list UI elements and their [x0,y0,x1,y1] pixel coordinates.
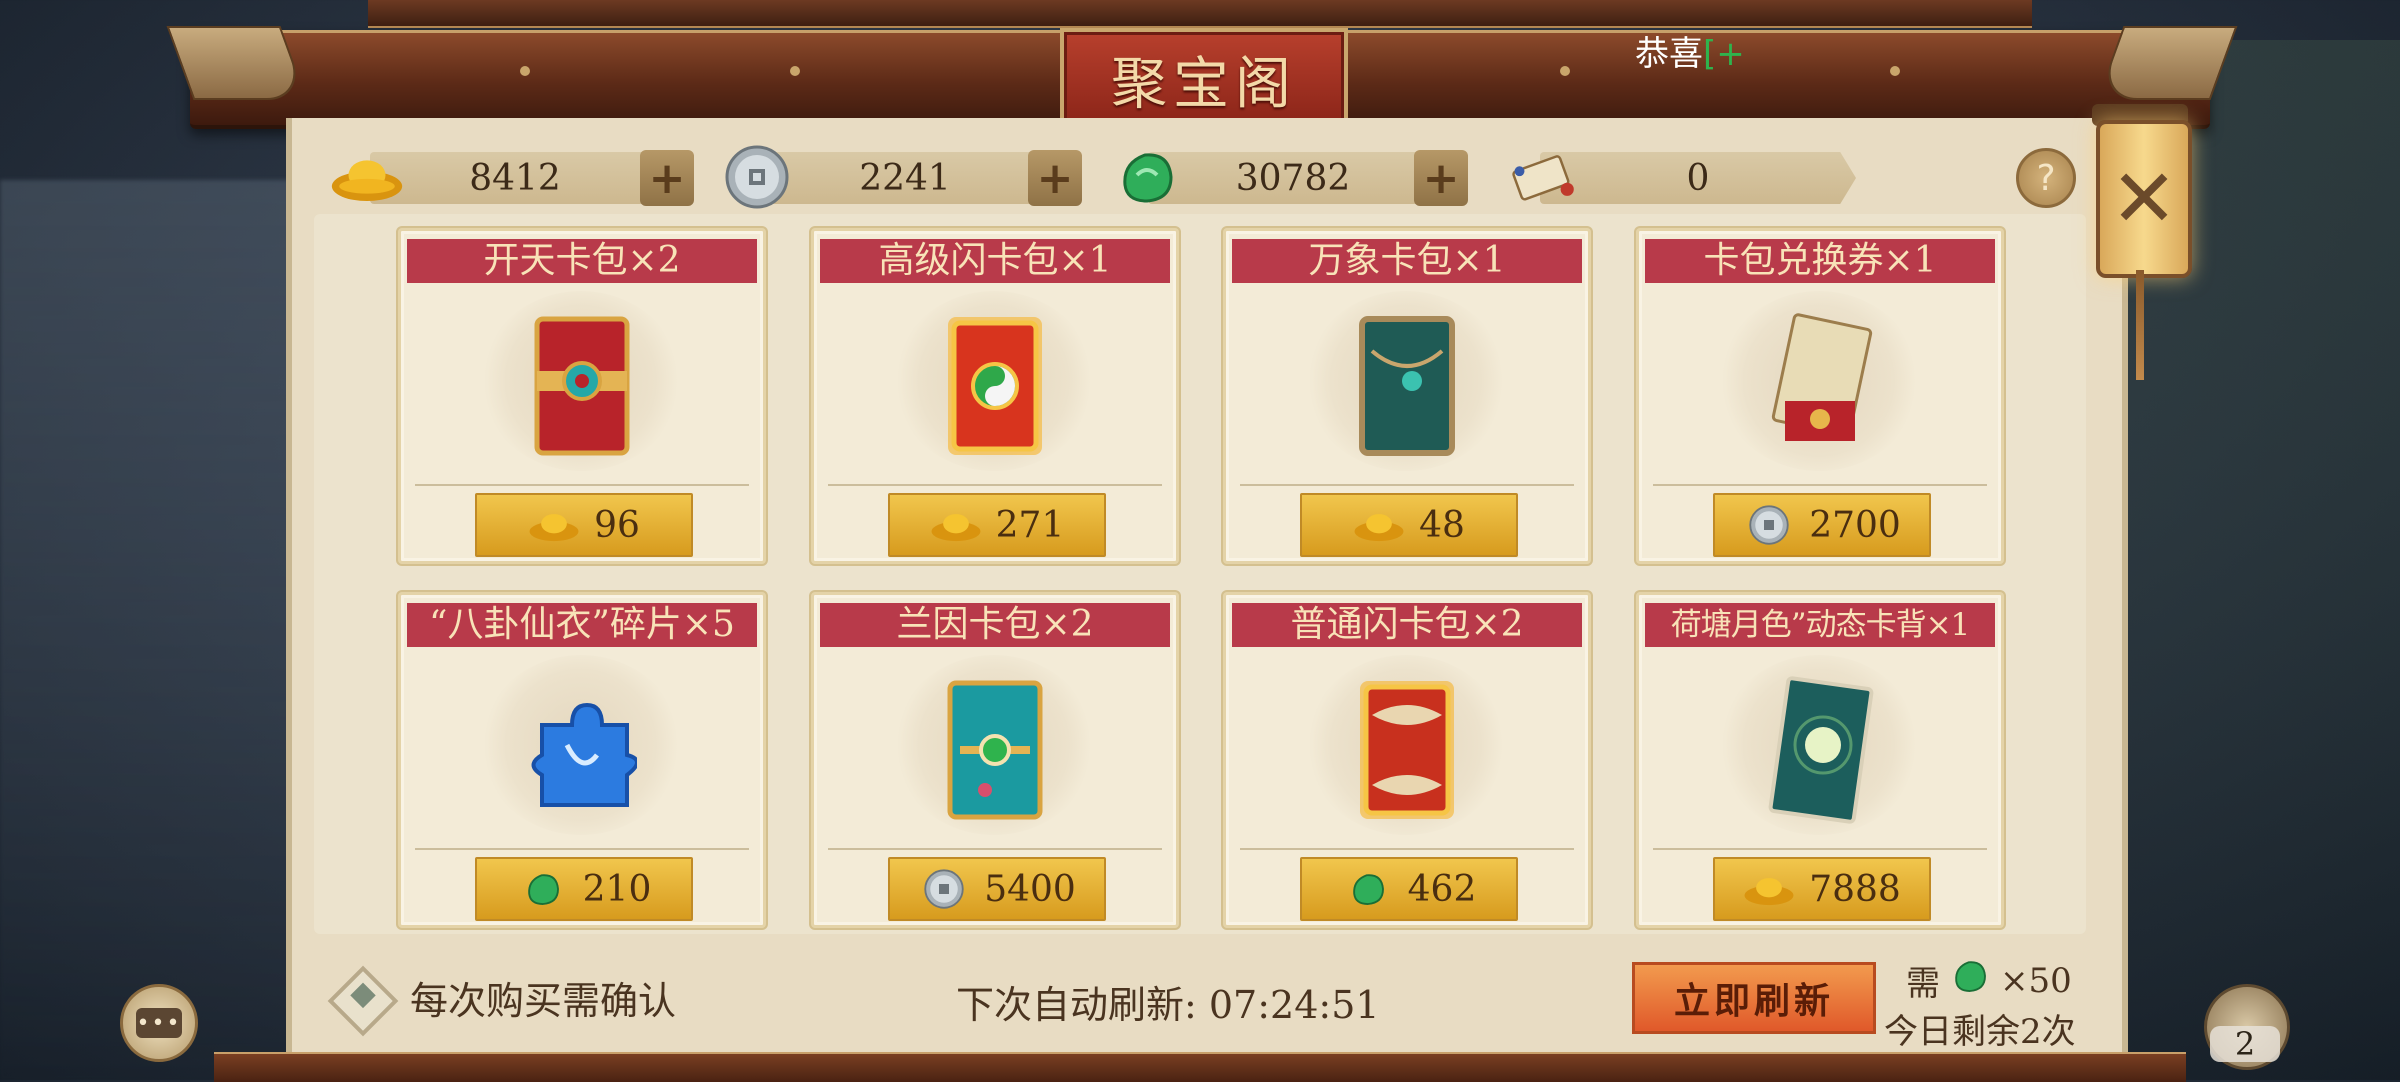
card-divider [1240,484,1574,486]
card-divider [828,484,1162,486]
item-name: 高级闪卡包×1 [820,239,1170,283]
buy-button[interactable]: 462 [1300,857,1518,921]
item-name: 普通闪卡包×2 [1232,603,1582,647]
silver-coin-icon [1743,505,1795,545]
card-divider [1653,848,1987,850]
page-title: 聚宝阁 [1111,51,1297,117]
beam-ornament [1560,66,1570,76]
buy-button[interactable]: 48 [1300,493,1518,557]
card-divider [828,848,1162,850]
shop-item-card[interactable]: 兰因卡包×2 5400 [811,592,1179,928]
silver-coin-icon [720,140,794,214]
item-price: 462 [1407,868,1477,910]
top-beam-back [368,0,2032,28]
buy-button[interactable]: 2700 [1713,493,1931,557]
scroll-balance: 0 [1540,152,1856,204]
item-price: 7888 [1809,868,1901,910]
card-divider [1240,848,1574,850]
beam-ornament [790,66,800,76]
gold-ingot-icon [930,505,982,545]
gold-ingot-value: 8412 [469,157,561,199]
need-cost: ×50 [2000,960,2072,1001]
silver-coin-balance: 2241 [760,152,1050,204]
chat-icon: ••• [136,1008,182,1038]
bottom-beam [214,1052,2186,1082]
gold-ingot-icon [1353,505,1405,545]
scroll-icon [1508,140,1582,214]
gold-ingot-icon [1743,869,1795,909]
item-price: 48 [1419,504,1465,546]
gold-ingot-icon [528,505,580,545]
scroll-value: 0 [1686,157,1710,199]
jade-value: 30782 [1235,157,1351,199]
chat-button[interactable]: ••• [120,984,198,1062]
buy-button[interactable]: 271 [888,493,1106,557]
item-price: 210 [582,868,652,910]
item-name: 荷塘月色”动态卡背×1 [1645,603,1995,647]
dynamic-card-back-icon [1768,676,1874,824]
item-price: 271 [995,504,1065,546]
item-name: 兰因卡包×2 [820,603,1170,647]
card-divider [415,848,749,850]
shop-item-card[interactable]: 高级闪卡包×1 271 [811,228,1179,564]
jade-balance: 30782 [1148,152,1438,204]
buy-button[interactable]: 210 [475,857,693,921]
buy-button[interactable]: 96 [475,493,693,557]
lantern-tassel [2136,270,2144,380]
silver-coin-value: 2241 [859,157,951,199]
exchange-voucher-icon [1771,313,1873,441]
item-name: “八卦仙衣”碎片×5 [407,603,757,647]
card-pack-cyan-icon [947,680,1043,820]
shop-item-card[interactable]: 开天卡包×2 96 [398,228,766,564]
card-divider [1653,484,1987,486]
gold-ingot-balance: 8412 [370,152,660,204]
item-price: 5400 [984,868,1076,910]
item-name: 万象卡包×1 [1232,239,1582,283]
item-name: 开天卡包×2 [407,239,757,283]
beam-ornament [520,66,530,76]
close-icon: ✕ [2110,152,2178,245]
shop-item-card[interactable]: 荷塘月色”动态卡背×1 7888 [1636,592,2004,928]
need-label: 需 [1906,964,1940,1004]
close-button[interactable]: ✕ [2096,120,2192,278]
card-divider [415,484,749,486]
puzzle-fragment-icon [531,702,637,807]
add-gold-button[interactable]: + [640,150,694,206]
jade-icon [1950,956,1990,1005]
card-pack-red-icon [534,316,630,456]
item-name: 卡包兑换券×1 [1645,239,1995,283]
item-price: 96 [594,504,640,546]
add-silver-button[interactable]: + [1028,150,1082,206]
auto-refresh-timer: 下次自动刷新: 07:24:51 [956,983,1380,1027]
buy-button[interactable]: 5400 [888,857,1106,921]
confirm-label: 每次购买需确认 [410,979,677,1023]
background-left [0,180,330,1080]
card-pack-teal-icon [1359,316,1455,456]
title-plaque: 聚宝阁 [1060,28,1348,130]
broadcast-ticker: 恭喜[+ [1635,26,1745,75]
jade-icon [1342,869,1394,909]
buy-button[interactable]: 7888 [1713,857,1931,921]
shop-item-card[interactable]: 普通闪卡包×2 462 [1223,592,1591,928]
gold-ingot-icon [330,140,404,214]
refresh-cost: 需 ×50 [1906,956,2072,1005]
help-button[interactable]: ? [2016,148,2076,208]
card-pack-flash-red-icon [1360,681,1454,819]
shop-item-card[interactable]: 万象卡包×1 48 [1223,228,1591,564]
add-jade-button[interactable]: + [1414,150,1468,206]
broadcast-text: 恭喜 [1635,34,1703,74]
jade-icon [1110,140,1184,214]
remaining-refreshes: 今日剩余2次 [1884,1012,2076,1052]
shop-item-card[interactable]: 卡包兑换券×1 2700 [1636,228,2004,564]
item-price: 2700 [1809,504,1901,546]
bag-count-badge: 2 [2210,1026,2280,1062]
broadcast-tail: [+ [1703,34,1745,74]
beam-ornament [1890,66,1900,76]
silver-coin-icon [918,869,970,909]
shop-item-card[interactable]: “八卦仙衣”碎片×5 210 [398,592,766,928]
card-pack-gold-flash-icon [948,317,1042,455]
jade-icon [517,869,569,909]
refresh-now-button[interactable]: 立即刷新 [1632,962,1876,1034]
